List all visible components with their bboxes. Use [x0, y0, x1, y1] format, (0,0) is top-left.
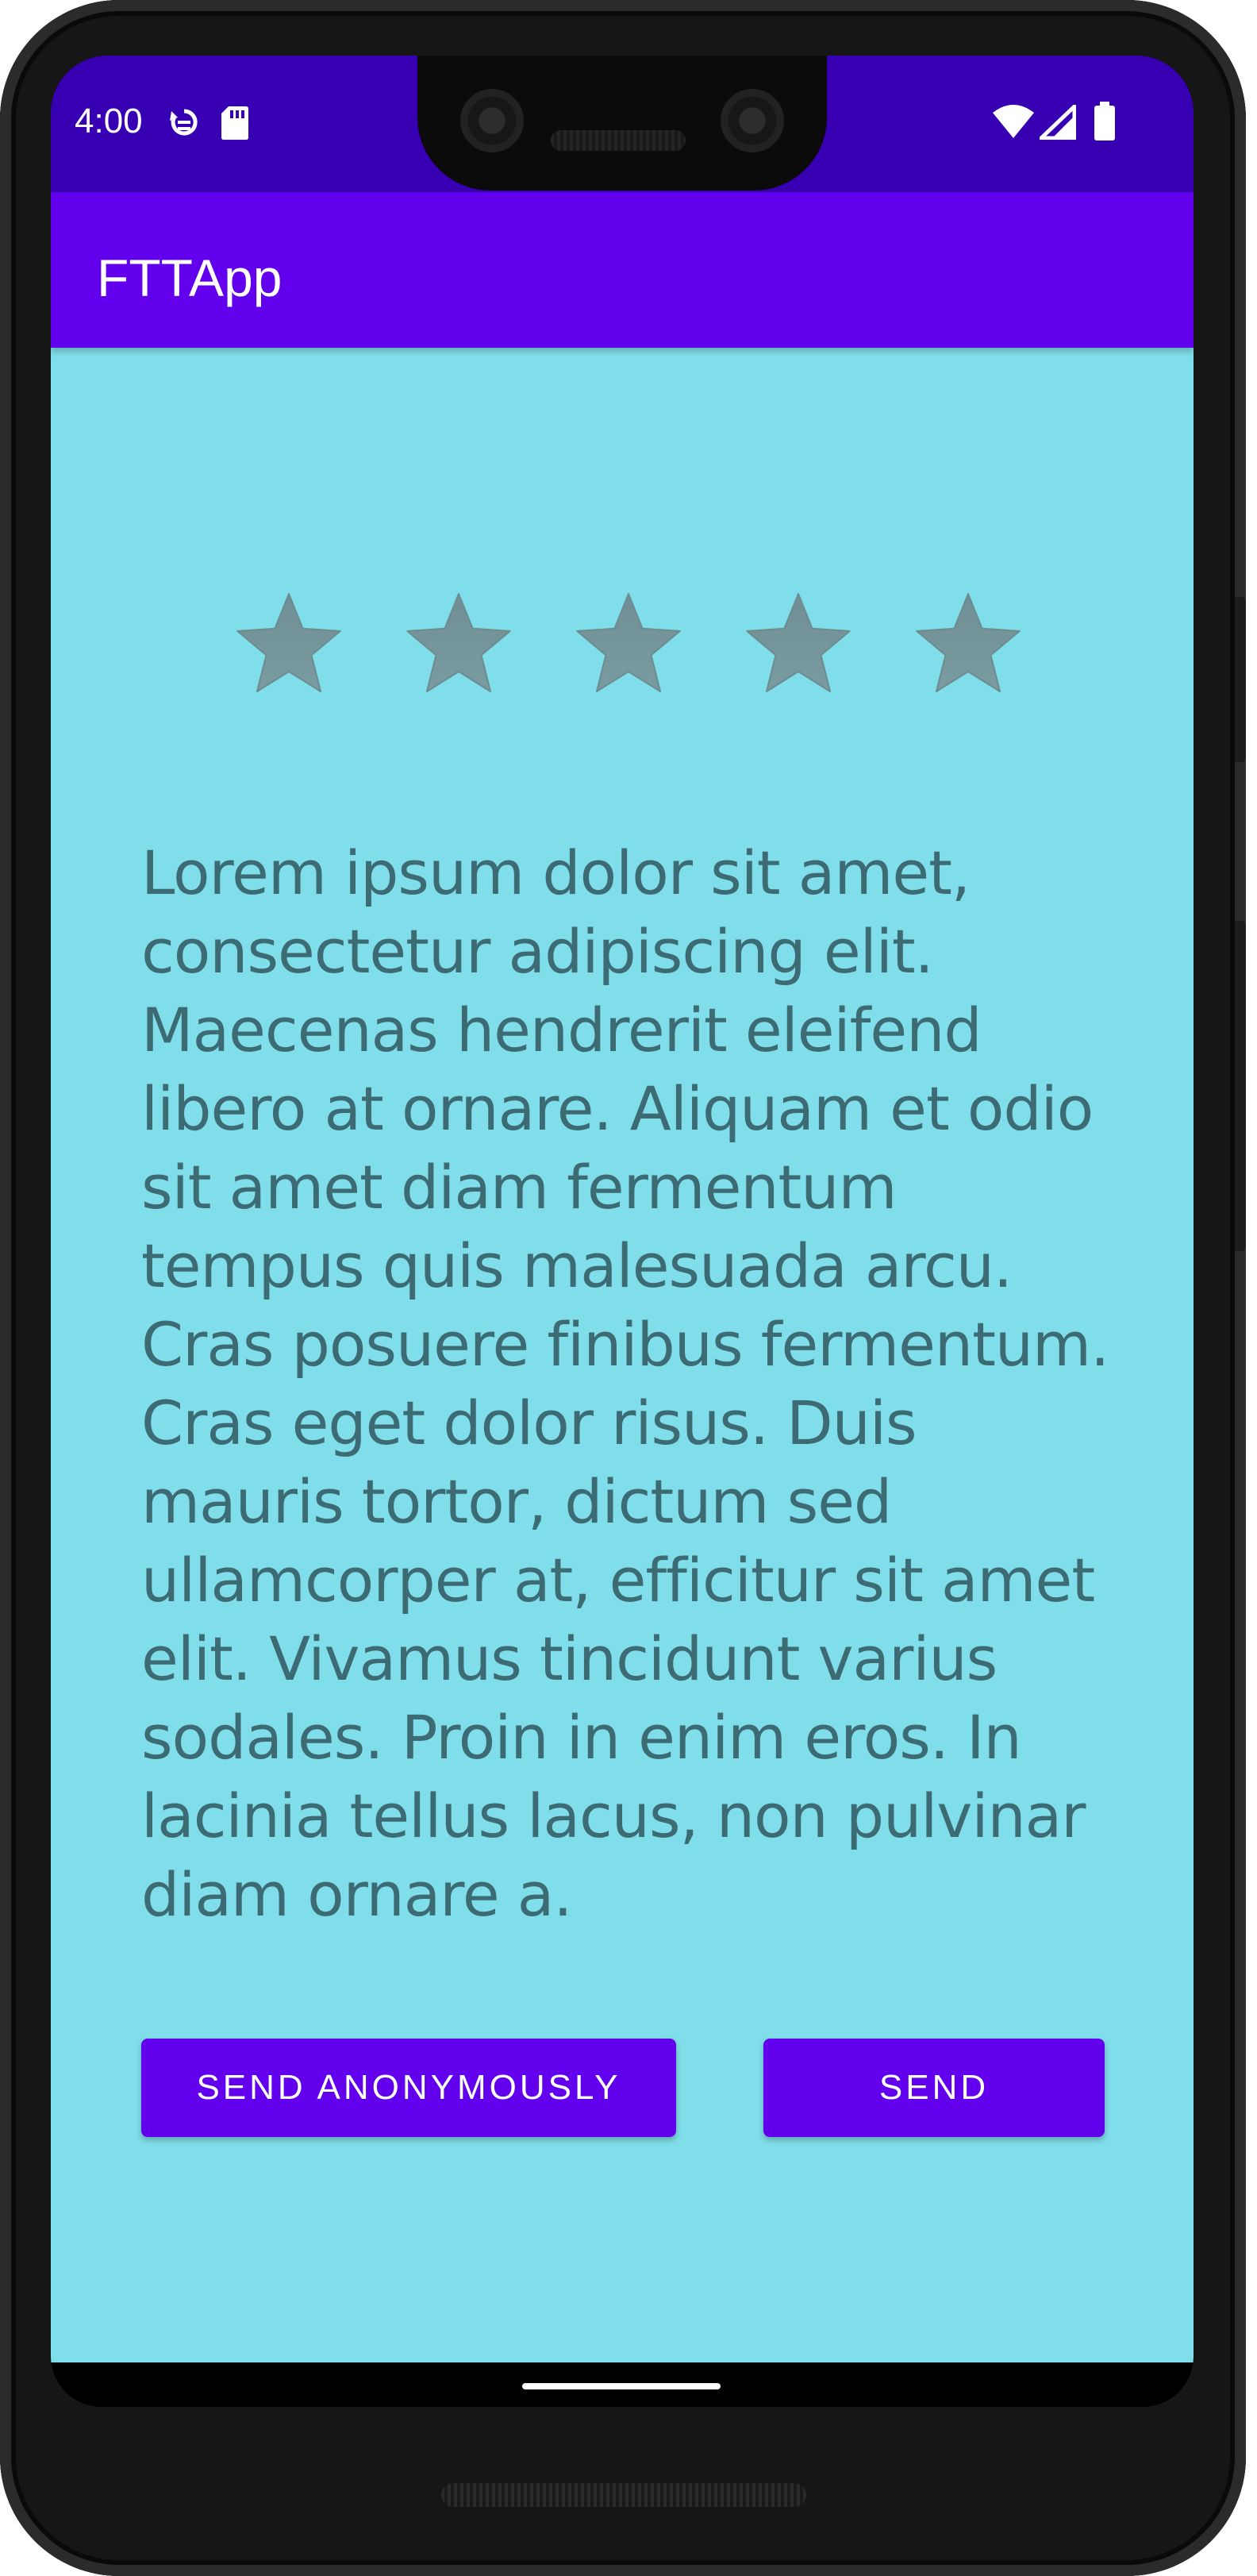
star-shape	[236, 593, 341, 692]
front-camera-right	[721, 89, 784, 152]
app-title: FTTApp	[97, 248, 283, 307]
star-icon[interactable]	[403, 589, 514, 700]
phone-frame: 4:00 FTTApp Lorem ipsum dolor sit amet, …	[0, 0, 1246, 2576]
earpiece-speaker	[551, 130, 686, 151]
bottom-speaker	[441, 2483, 806, 2507]
star-shape	[406, 593, 511, 692]
feedback-screen: Lorem ipsum dolor sit amet, consectetur …	[51, 348, 1194, 2362]
send-button[interactable]: SEND	[763, 2039, 1105, 2137]
status-bar: 4:00	[51, 56, 1194, 192]
star-icon[interactable]	[913, 589, 1024, 700]
camera-notch	[417, 56, 827, 191]
navigation-bar	[51, 2362, 1194, 2407]
star-icon[interactable]	[233, 589, 344, 700]
star-icon[interactable]	[573, 589, 684, 700]
battery-icon	[1094, 102, 1115, 141]
sd-card-icon	[221, 106, 248, 140]
send-label: SEND	[878, 2068, 990, 2107]
star-shape	[576, 593, 681, 692]
star-icon[interactable]	[743, 589, 854, 700]
send-anonymously-button[interactable]: SEND ANONYMOUSLY	[141, 2039, 676, 2137]
power-button	[1235, 597, 1246, 762]
rating-bar[interactable]	[233, 589, 1027, 700]
signal-icon	[1040, 105, 1076, 140]
send-anonymously-label: SEND ANONYMOUSLY	[196, 2068, 621, 2107]
volume-buttons	[1235, 921, 1246, 1251]
feedback-text: Lorem ipsum dolor sit amet, consectetur …	[141, 837, 1109, 1930]
app-bar: FTTApp	[51, 192, 1194, 348]
phone-screen: 4:00 FTTApp Lorem ipsum dolor sit amet, …	[51, 56, 1194, 2407]
wifi-icon	[993, 105, 1034, 138]
sync-icon	[170, 109, 198, 136]
home-indicator[interactable]	[522, 2383, 721, 2389]
star-shape	[746, 593, 851, 692]
front-camera-left	[460, 89, 524, 152]
star-shape	[916, 593, 1021, 692]
status-time: 4:00	[75, 102, 143, 141]
